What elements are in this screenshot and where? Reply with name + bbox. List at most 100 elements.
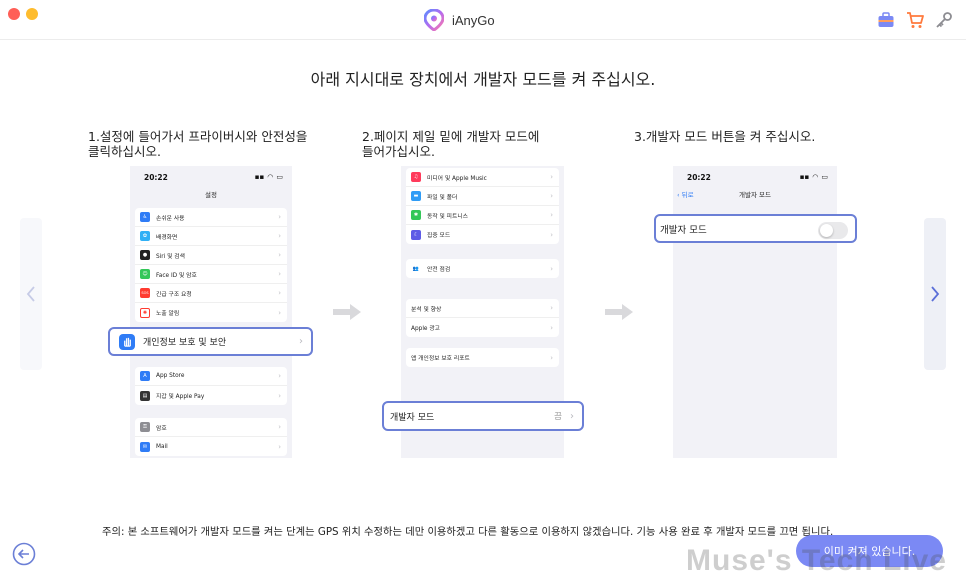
signal-icon: ▪▪ bbox=[799, 173, 810, 181]
developer-mode-label: 개발자 모드 bbox=[390, 412, 435, 423]
chevron-right-icon: › bbox=[278, 423, 281, 431]
mail-icon: ✉ bbox=[140, 441, 150, 452]
chevron-right-icon: › bbox=[278, 232, 281, 240]
settings-group-3: ⚿ 암호 › ✉ Mail › bbox=[135, 418, 287, 456]
chevron-right-icon: › bbox=[550, 230, 553, 239]
list-item: ♿ 손쉬운 사용 › bbox=[135, 208, 287, 227]
footnote-placeholder bbox=[410, 247, 555, 253]
chevron-right-icon: › bbox=[278, 270, 281, 278]
privacy-security-callout[interactable]: 개인정보 보호 및 보안 › bbox=[108, 327, 313, 356]
notice-text: 주의: 본 소프트웨어가 개발자 모드를 켜는 단계는 GPS 위치 수정하는 … bbox=[102, 526, 834, 538]
list-item: 분석 및 향상 › bbox=[406, 299, 559, 318]
chevron-right-icon: › bbox=[550, 192, 553, 200]
chevron-right-icon: › bbox=[278, 391, 281, 400]
row-label: 앱 개인정보 보호 리포트 bbox=[411, 356, 470, 362]
list-item: SOS 긴급 구조 요청 › bbox=[135, 284, 287, 303]
row-label: 집중 모드 bbox=[427, 233, 451, 239]
chevron-left-icon bbox=[26, 286, 35, 302]
row-label: 미디어 및 Apple Music bbox=[427, 175, 487, 182]
developer-nav-bar: ‹ 뒤로 개발자 모드 bbox=[673, 188, 837, 202]
wallet-icon: ▤ bbox=[140, 390, 150, 401]
music-icon: ♫ bbox=[411, 172, 421, 182]
previous-slide-button[interactable] bbox=[20, 218, 42, 370]
developer-mode-toggle-callout[interactable]: 개발자 모드 bbox=[654, 214, 857, 243]
chevron-right-icon: › bbox=[550, 304, 553, 312]
app-name: iAnyGo bbox=[452, 12, 495, 28]
privacy-security-label: 개인정보 보호 및 보안 bbox=[143, 338, 227, 348]
status-bar: 20:22 ▪▪ ◠ ▭ bbox=[130, 166, 292, 188]
settings-group-1: ♿ 손쉬운 사용 › ✿ 배경화면 › ● Siri 및 검색 › ☺ Face ID 및 암… bbox=[135, 208, 287, 322]
step-1-line-2: 클릭하십시오. bbox=[88, 144, 161, 159]
back-link: ‹ 뒤로 bbox=[677, 191, 694, 199]
privacy-hand-icon bbox=[119, 333, 135, 350]
status-time: 20:22 bbox=[687, 172, 711, 182]
step-3-screenshot: 20:22 ▪▪ ◠ ▭ ‹ 뒤로 개발자 모드 bbox=[673, 166, 837, 458]
status-bar: 20:22 ▪▪ ◠ ▭ bbox=[673, 166, 837, 188]
step-3-line-1: 3.개발자 모드 버튼을 켜 주십시오. bbox=[634, 129, 816, 144]
battery-icon: ▭ bbox=[276, 173, 283, 181]
chevron-right-icon: › bbox=[550, 264, 553, 273]
next-slide-button[interactable] bbox=[924, 218, 946, 370]
list-item: ☾ 집중 모드 › bbox=[406, 225, 559, 244]
battery-icon: ▭ bbox=[821, 173, 828, 181]
app-brand: iAnyGo bbox=[424, 8, 495, 32]
close-window-button[interactable] bbox=[8, 8, 20, 20]
arrow-right-icon bbox=[605, 304, 633, 320]
sos-icon: SOS bbox=[140, 288, 150, 298]
back-label: 뒤로 bbox=[681, 191, 694, 199]
row-label: 긴급 구조 요청 bbox=[156, 291, 192, 298]
exposure-icon: ✺ bbox=[140, 307, 150, 318]
row-label: 지갑 및 Apple Pay bbox=[156, 394, 205, 400]
list-item: ● Siri 및 검색 › bbox=[135, 246, 287, 265]
page-title: 아래 지시대로 장치에서 개발자 모드를 켜 주십시오. bbox=[310, 70, 656, 89]
back-button[interactable] bbox=[12, 542, 36, 566]
accessibility-icon: ♿ bbox=[140, 212, 150, 222]
watermark: Muse's Tech Live bbox=[686, 544, 947, 577]
password-key-icon: ⚿ bbox=[140, 422, 150, 432]
row-label: 노출 알림 bbox=[156, 311, 180, 317]
key-icon[interactable] bbox=[935, 11, 953, 29]
chevron-right-icon: › bbox=[550, 211, 553, 219]
row-label: Mail bbox=[156, 443, 168, 450]
list-item: A App Store › bbox=[135, 367, 287, 386]
list-item: ⚿ 암호 › bbox=[135, 418, 287, 437]
cart-icon[interactable] bbox=[906, 11, 924, 29]
settings-nav-title: 설정 bbox=[205, 191, 217, 199]
list-item: ✉ Mail › bbox=[135, 437, 287, 456]
list-item: ♫ 미디어 및 Apple Music › bbox=[406, 168, 559, 187]
status-icons: ▪▪ ◠ ▭ bbox=[800, 173, 828, 181]
developer-mode-toggle[interactable] bbox=[818, 222, 848, 239]
row-label: Face ID 및 암호 bbox=[156, 272, 197, 279]
chevron-right-icon: › bbox=[570, 410, 574, 422]
status-icons: ▪▪ ◠ ▭ bbox=[255, 173, 283, 181]
privacy-group-1: ♫ 미디어 및 Apple Music › ▬ 파일 및 폴더 › ✱ 동작 및 피트니스… bbox=[406, 168, 559, 244]
row-label: 손쉬운 사용 bbox=[156, 215, 185, 222]
chevron-right-icon: › bbox=[550, 353, 553, 362]
list-item: Apple 광고 › bbox=[406, 318, 559, 337]
app-store-icon: A bbox=[140, 371, 150, 381]
minimize-window-button[interactable] bbox=[26, 8, 38, 20]
list-item: ✱ 동작 및 피트니스 › bbox=[406, 206, 559, 225]
list-item: ▤ 지갑 및 Apple Pay › bbox=[135, 386, 287, 405]
developer-mode-callout[interactable]: 개발자 모드 끔 › bbox=[382, 401, 584, 431]
toolbox-icon[interactable] bbox=[877, 11, 895, 29]
wallpaper-icon: ✿ bbox=[140, 231, 150, 241]
folder-icon: ▬ bbox=[411, 191, 421, 201]
chevron-right-icon: › bbox=[550, 323, 553, 332]
row-label: 배경화면 bbox=[156, 234, 178, 241]
chevron-right-icon bbox=[931, 286, 940, 302]
face-id-icon: ☺ bbox=[140, 269, 150, 279]
step-1-line-1: 1.설정에 들어가서 프라이버시와 안전성을 bbox=[88, 129, 308, 144]
chevron-right-icon: › bbox=[278, 308, 281, 317]
siri-icon: ● bbox=[140, 250, 150, 260]
chevron-right-icon: › bbox=[550, 173, 553, 181]
row-label: 동작 및 피트니스 bbox=[427, 213, 469, 220]
app-logo-icon bbox=[424, 9, 444, 31]
wifi-icon: ◠ bbox=[267, 173, 274, 181]
list-item: ✿ 배경화면 › bbox=[135, 227, 287, 246]
chevron-right-icon: › bbox=[299, 336, 303, 347]
list-item: 👥 안전 점검 › bbox=[406, 259, 559, 278]
row-label: Apple 광고 bbox=[411, 326, 441, 332]
chevron-right-icon: › bbox=[278, 251, 281, 259]
developer-mode-value: 끔 bbox=[554, 412, 562, 422]
